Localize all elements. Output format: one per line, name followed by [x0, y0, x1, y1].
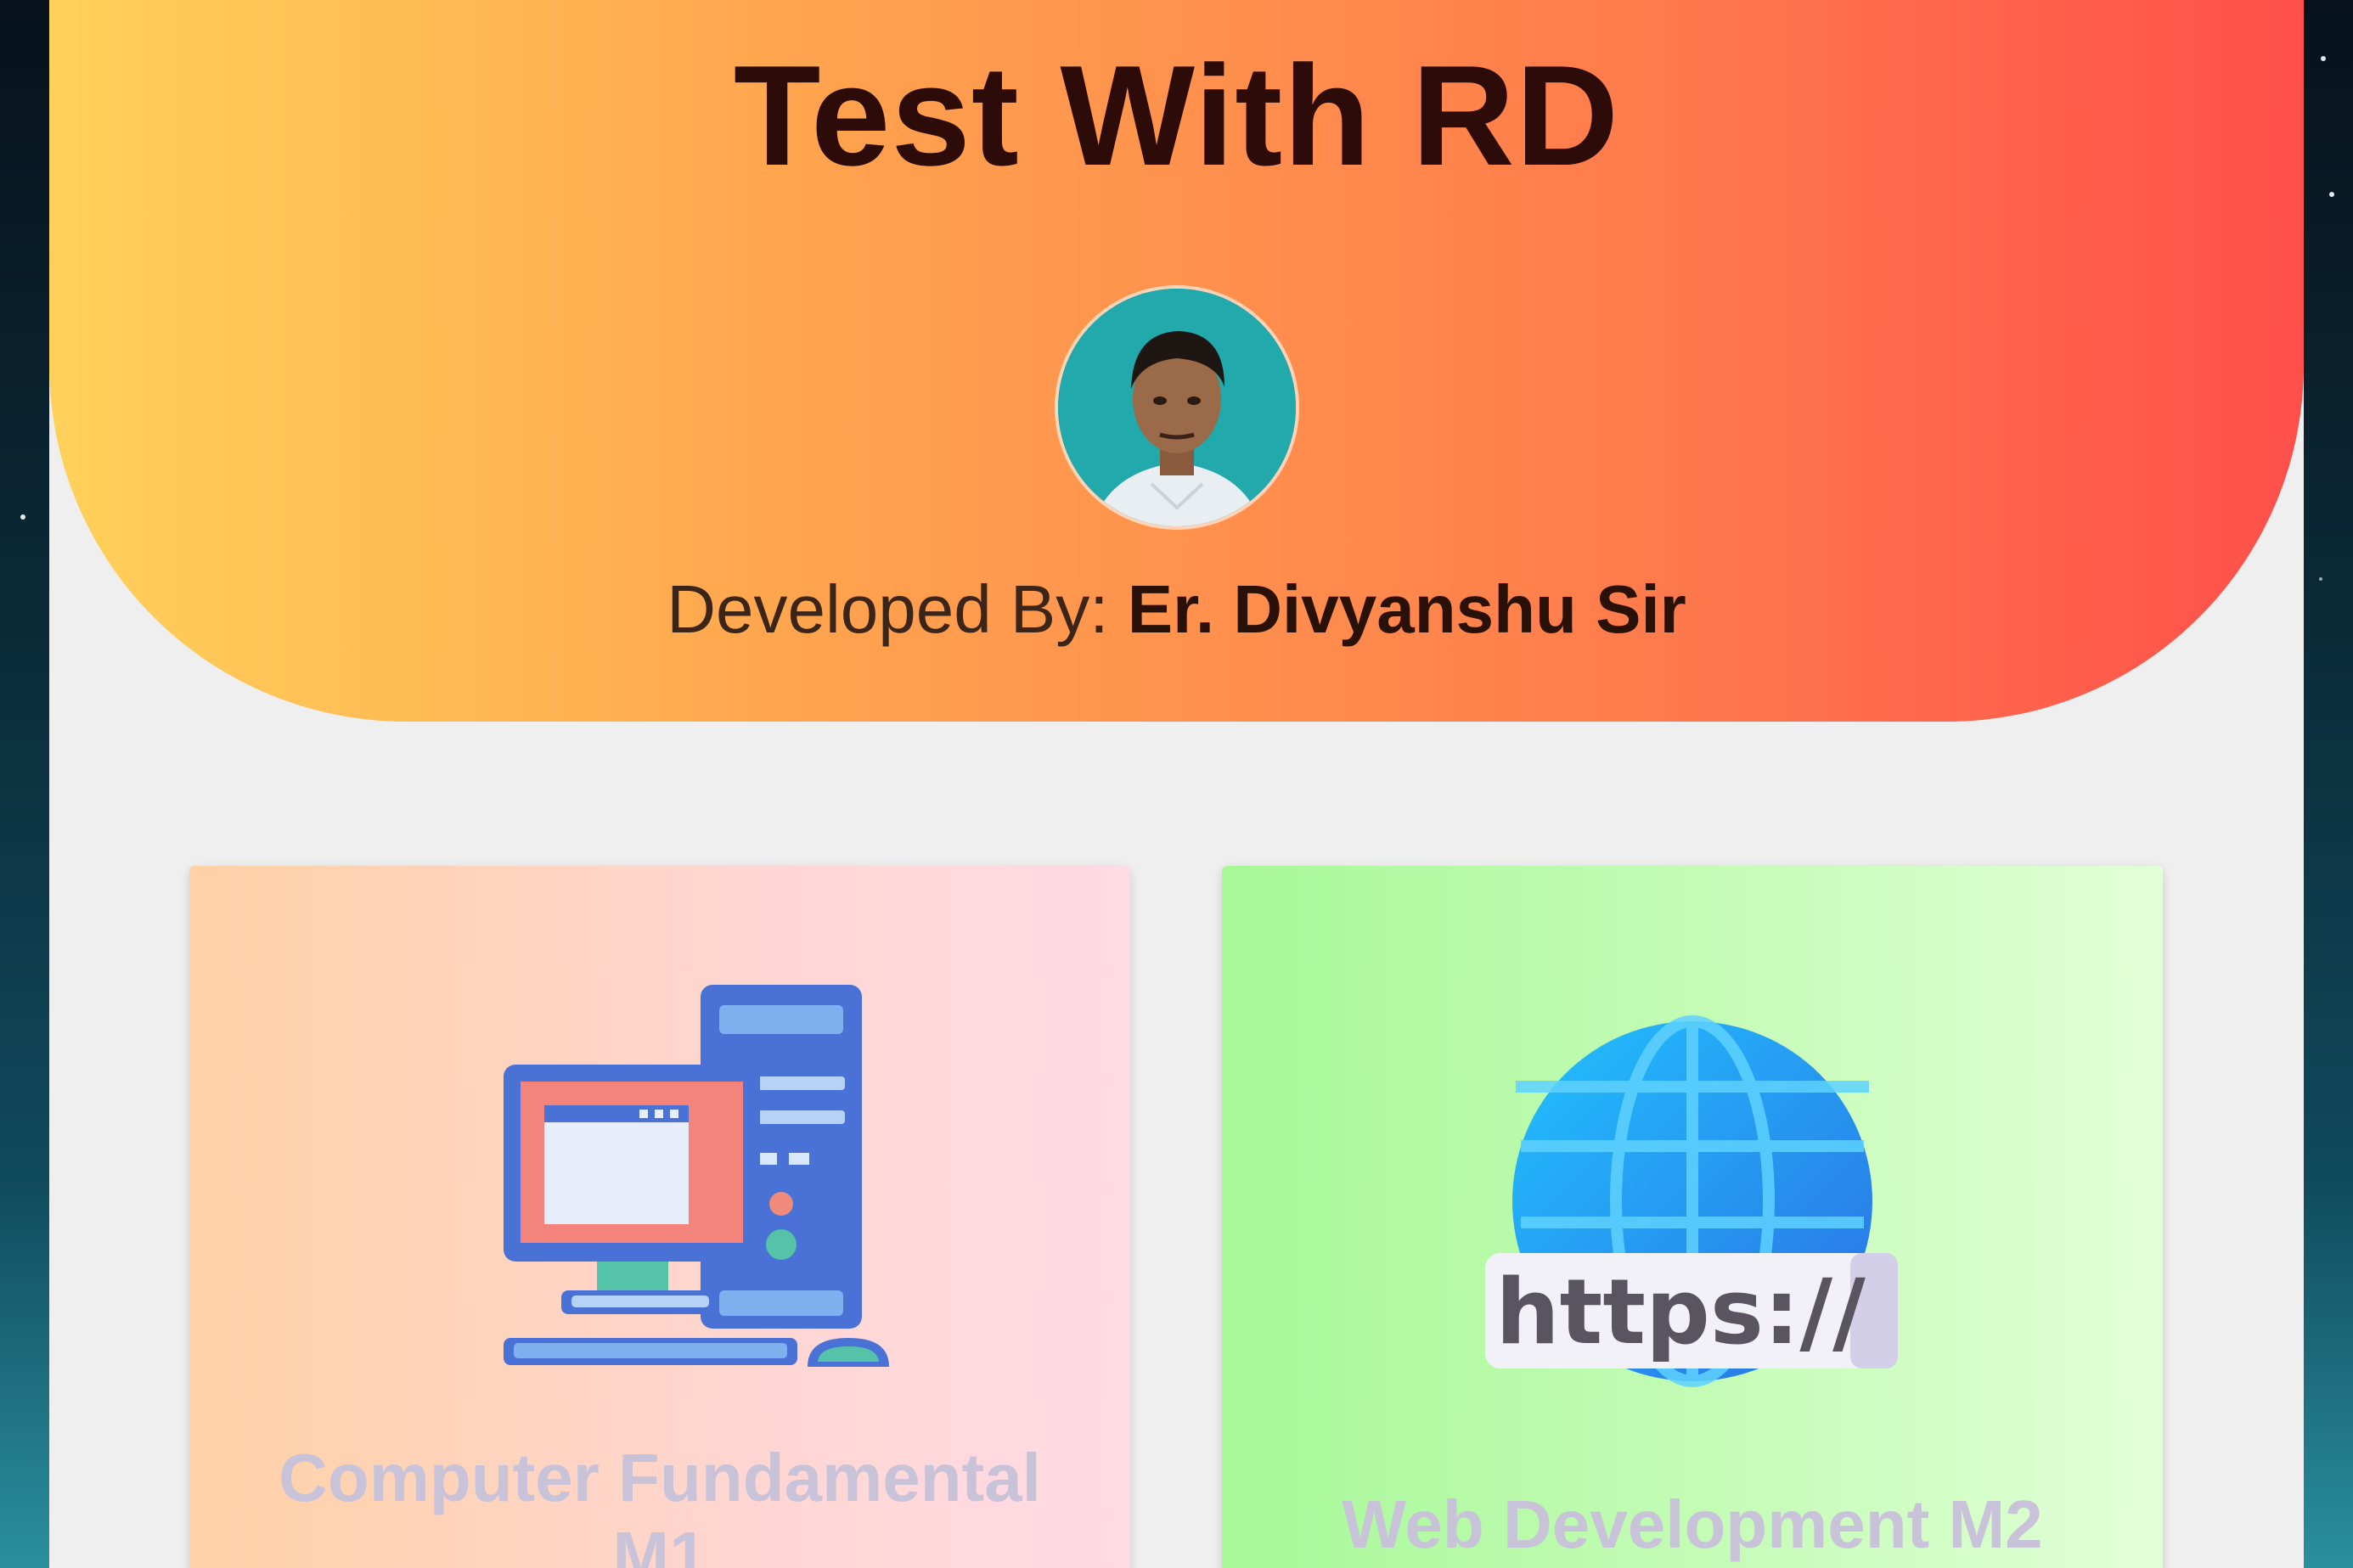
app-screen: Test With RD Developed By: Er. Divyanshu… [49, 0, 2304, 1568]
subject-card-web-development[interactable]: https:// Web Development M2 [1222, 866, 2163, 1568]
star-decoration [2319, 577, 2322, 581]
developer-avatar [1058, 289, 1296, 526]
space-background-right [2304, 0, 2353, 1568]
developer-name: Er. Divyanshu Sir [1127, 571, 1686, 647]
star-decoration [2329, 192, 2334, 197]
subject-card-computer-fundamental[interactable]: Computer Fundamental M1 [189, 866, 1130, 1568]
subject-card-label: Web Development M2 [1342, 1487, 2043, 1562]
https-icon-text: https:// [1495, 1260, 1866, 1364]
developer-prefix: Developed By: [667, 571, 1128, 647]
star-decoration [20, 514, 25, 520]
app-title: Test With RD [733, 36, 1620, 195]
header-banner: Test With RD Developed By: Er. Divyanshu… [49, 0, 2304, 722]
developer-avatar-photo [1058, 289, 1296, 526]
globe-https-icon: https:// [1485, 1015, 1898, 1387]
desktop-computer-icon [504, 985, 889, 1367]
subject-card-label: Computer Fundamental M1 [279, 1440, 1041, 1568]
space-background-left [0, 0, 49, 1568]
developer-credit: Developed By: Er. Divyanshu Sir [49, 570, 2304, 649]
star-decoration [2321, 56, 2326, 61]
